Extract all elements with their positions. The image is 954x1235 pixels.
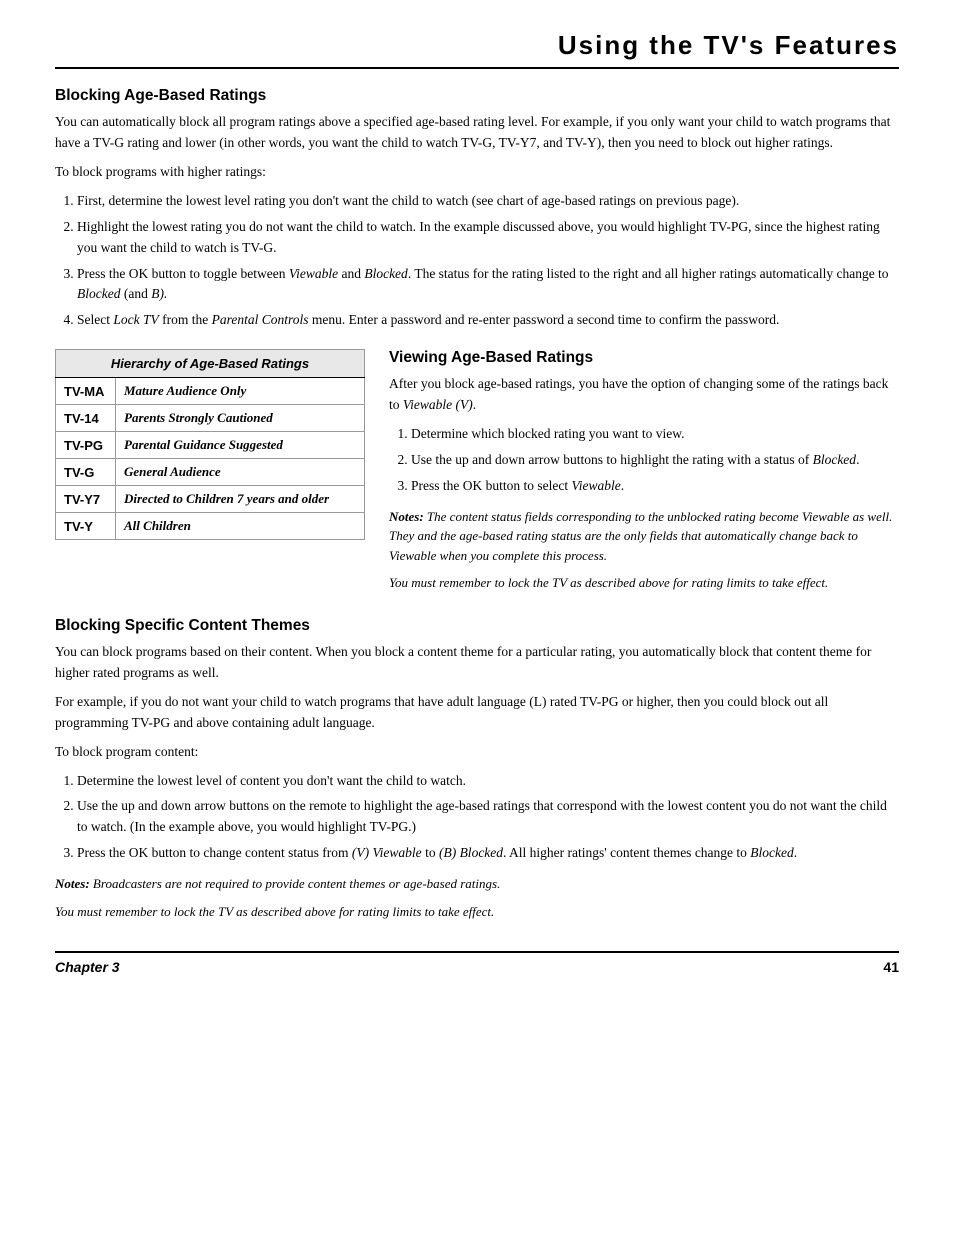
table-desc-tvy7: Directed to Children 7 years and older [116, 486, 365, 513]
table-code-tvy: TV-Y [56, 513, 116, 540]
table-row: TV-Y7 Directed to Children 7 years and o… [56, 486, 365, 513]
section2-notes1: Notes: The content status fields corresp… [389, 507, 899, 566]
section-blocking-content: Blocking Specific Content Themes You can… [55, 617, 899, 921]
section1-step3: Press the OK button to toggle between Vi… [77, 264, 899, 306]
section3-notes2: You must remember to lock the TV as desc… [55, 902, 899, 922]
section3-para2: For example, if you do not want your chi… [55, 692, 899, 734]
table-code-tvg: TV-G [56, 459, 116, 486]
table-row: TV-Y All Children [56, 513, 365, 540]
section1-para1: You can automatically block all program … [55, 112, 899, 154]
section1-step4: Select Lock TV from the Parental Control… [77, 310, 899, 331]
section2-heading: Viewing Age-Based Ratings [389, 349, 899, 367]
section2-step2: Use the up and down arrow buttons to hig… [411, 450, 899, 471]
table-row: TV-PG Parental Guidance Suggested [56, 432, 365, 459]
footer-chapter: Chapter 3 [55, 959, 120, 975]
table-desc-tvma: Mature Audience Only [116, 378, 365, 405]
table-desc-tvy: All Children [116, 513, 365, 540]
ratings-table-col: Hierarchy of Age-Based Ratings TV-MA Mat… [55, 349, 365, 540]
section2-para1: After you block age-based ratings, you h… [389, 374, 899, 416]
table-row: TV-G General Audience [56, 459, 365, 486]
page: Using the TV's Features Blocking Age-Bas… [0, 0, 954, 1235]
section3-step1: Determine the lowest level of content yo… [77, 771, 899, 792]
section2-notes2: You must remember to lock the TV as desc… [389, 573, 899, 593]
section3-para1: You can block programs based on their co… [55, 642, 899, 684]
section1-step1: First, determine the lowest level rating… [77, 191, 899, 212]
two-col-section: Hierarchy of Age-Based Ratings TV-MA Mat… [55, 349, 899, 599]
table-code-tvpg: TV-PG [56, 432, 116, 459]
table-title: Hierarchy of Age-Based Ratings [56, 350, 365, 378]
section1-heading: Blocking Age-Based Ratings [55, 87, 899, 105]
footer-page: 41 [883, 959, 899, 975]
section1-step2: Highlight the lowest rating you do not w… [77, 217, 899, 259]
ratings-table: Hierarchy of Age-Based Ratings TV-MA Mat… [55, 349, 365, 540]
section1-para2: To block programs with higher ratings: [55, 162, 899, 183]
section1-steps: First, determine the lowest level rating… [77, 191, 899, 332]
page-footer: Chapter 3 41 [55, 951, 899, 975]
section2-step3: Press the OK button to select Viewable. [411, 476, 899, 497]
section2-step1: Determine which blocked rating you want … [411, 424, 899, 445]
table-desc-tv14: Parents Strongly Cautioned [116, 405, 365, 432]
section3-steps: Determine the lowest level of content yo… [77, 771, 899, 865]
table-code-tvy7: TV-Y7 [56, 486, 116, 513]
table-row: TV-MA Mature Audience Only [56, 378, 365, 405]
table-desc-tvg: General Audience [116, 459, 365, 486]
section-viewing-age: Viewing Age-Based Ratings After you bloc… [389, 349, 899, 599]
section-blocking-age: Blocking Age-Based Ratings You can autom… [55, 87, 899, 331]
section2-steps: Determine which blocked rating you want … [411, 424, 899, 497]
table-code-tv14: TV-14 [56, 405, 116, 432]
section3-step2: Use the up and down arrow buttons on the… [77, 796, 899, 838]
section3-para3: To block program content: [55, 742, 899, 763]
table-code-tvma: TV-MA [56, 378, 116, 405]
section3-step3: Press the OK button to change content st… [77, 843, 899, 864]
table-row: TV-14 Parents Strongly Cautioned [56, 405, 365, 432]
table-desc-tvpg: Parental Guidance Suggested [116, 432, 365, 459]
section3-heading: Blocking Specific Content Themes [55, 617, 899, 635]
page-title: Using the TV's Features [558, 30, 899, 61]
section3-notes1: Notes: Broadcasters are not required to … [55, 874, 899, 894]
page-header: Using the TV's Features [55, 30, 899, 69]
